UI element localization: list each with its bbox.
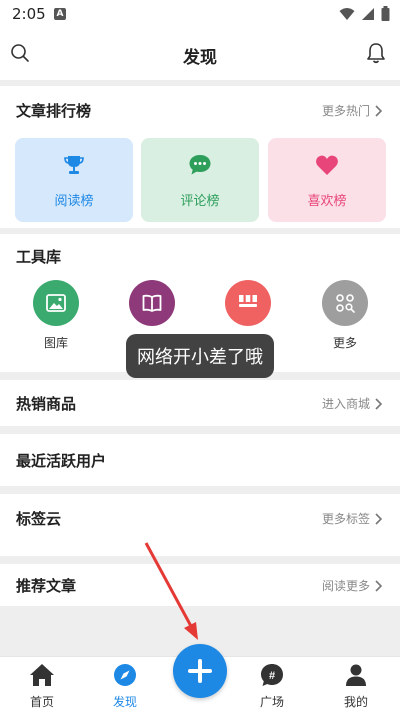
- rank-card-label: 评论榜: [180, 194, 220, 209]
- section-title: 最近活跃用户: [16, 452, 107, 470]
- tool-more[interactable]: 更多: [305, 280, 385, 351]
- recommend-section: 推荐文章 阅读更多: [0, 564, 400, 606]
- section-title: 工具库: [16, 248, 62, 266]
- chevron-right-icon: [375, 397, 382, 410]
- tool-label: 更多: [332, 336, 357, 350]
- tool-book[interactable]: [112, 280, 192, 334]
- nav-label: 广场: [259, 695, 284, 709]
- rank-card-like[interactable]: 喜欢榜: [268, 138, 386, 222]
- tool-label: 图库: [43, 336, 68, 350]
- person-icon: [346, 664, 366, 686]
- nav-label: 首页: [29, 695, 54, 709]
- top-bar: 发现: [0, 28, 400, 80]
- image-icon: [33, 280, 79, 326]
- rank-card-label: 喜欢榜: [307, 194, 347, 209]
- trophy-icon: [15, 154, 133, 176]
- nav-label: 我的: [343, 695, 368, 709]
- chevron-right-icon: [375, 104, 382, 117]
- compass-icon: [114, 664, 136, 686]
- page-title: 发现: [183, 48, 217, 68]
- read-more-link[interactable]: 阅读更多: [322, 577, 382, 594]
- tags-section: 标签云 更多标签: [0, 494, 400, 556]
- ranking-section: 文章排行榜 更多热门 阅读榜 评论榜 喜欢榜: [0, 86, 400, 228]
- bell-icon[interactable]: [366, 42, 386, 68]
- nav-mine[interactable]: 我的: [326, 663, 386, 710]
- section-title: 热销商品: [16, 395, 77, 413]
- apps-icon: [322, 280, 368, 326]
- active-users-section: 最近活跃用户: [0, 434, 400, 486]
- more-hot-link[interactable]: 更多热门: [322, 102, 382, 119]
- nav-label: 发现: [112, 695, 137, 709]
- rank-card-label: 阅读榜: [54, 194, 94, 209]
- chat-icon: [141, 154, 259, 176]
- section-title: 文章排行榜: [16, 102, 92, 120]
- nav-discover[interactable]: 发现: [95, 663, 155, 710]
- rank-card-read[interactable]: 阅读榜: [15, 138, 133, 222]
- book-icon: [129, 280, 175, 326]
- network-error-toast: 网络开小差了哦: [126, 334, 274, 378]
- notification-indicator: A: [54, 8, 66, 20]
- svg-text:#: #: [269, 670, 275, 682]
- nav-square[interactable]: # 广场: [242, 663, 302, 710]
- chevron-right-icon: [375, 512, 382, 525]
- status-icons: [339, 6, 390, 21]
- read-more-label: 阅读更多: [321, 579, 370, 593]
- tool-gallery[interactable]: 图库: [16, 280, 96, 351]
- more-tags-label: 更多标签: [321, 512, 370, 526]
- heart-icon: [268, 154, 386, 176]
- more-hot-label: 更多热门: [321, 104, 370, 118]
- more-tags-link[interactable]: 更多标签: [322, 510, 382, 527]
- grid-icon: [225, 280, 271, 326]
- tool-grid[interactable]: [208, 280, 288, 334]
- home-icon: [30, 664, 54, 686]
- plus-icon: [188, 659, 212, 683]
- signal-icon: [362, 7, 374, 20]
- enter-shop-label: 进入商城: [321, 397, 370, 411]
- enter-shop-link[interactable]: 进入商城: [322, 395, 382, 412]
- hashtag-icon: #: [261, 664, 283, 686]
- battery-icon: [381, 6, 390, 21]
- status-time: 2:05: [12, 5, 46, 23]
- wifi-icon: [339, 7, 355, 20]
- nav-home[interactable]: 首页: [12, 663, 72, 710]
- chevron-right-icon: [375, 579, 382, 592]
- hot-goods-section[interactable]: 热销商品 进入商城: [0, 380, 400, 426]
- section-title: 标签云: [16, 510, 62, 528]
- rank-card-comment[interactable]: 评论榜: [141, 138, 259, 222]
- add-button[interactable]: [173, 644, 227, 698]
- status-bar: 2:05 A: [0, 0, 400, 28]
- section-title: 推荐文章: [16, 577, 77, 595]
